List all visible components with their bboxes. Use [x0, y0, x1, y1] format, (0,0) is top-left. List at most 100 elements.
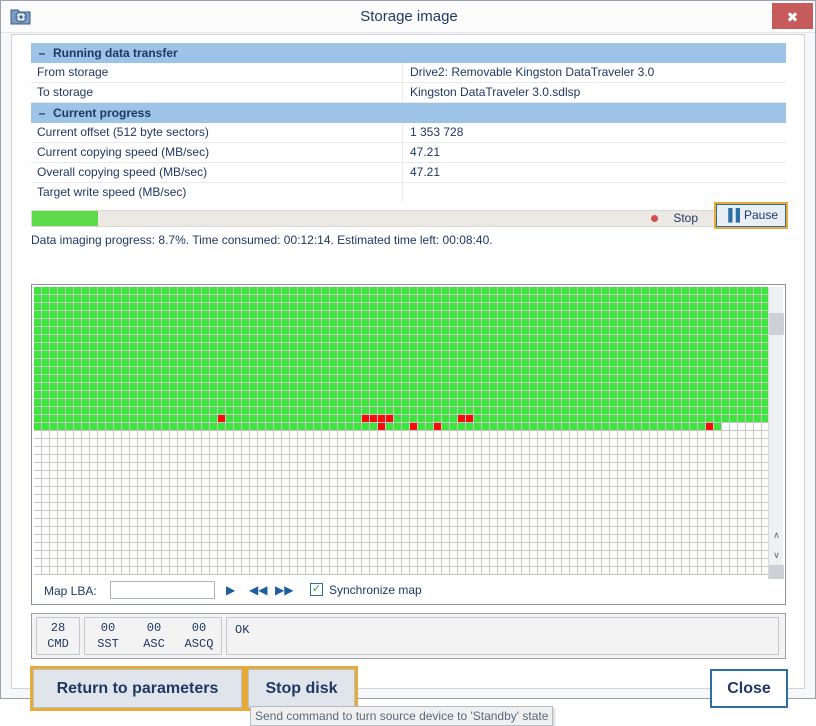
- map-cell: [666, 351, 674, 359]
- map-cell: [250, 567, 258, 575]
- map-cell: [330, 487, 338, 495]
- map-cell: [578, 319, 586, 327]
- map-vertical-scrollbar[interactable]: ∧ ∨: [768, 287, 784, 579]
- map-cell: [322, 447, 330, 455]
- map-cell: [274, 551, 282, 559]
- map-cell: [410, 367, 418, 375]
- map-cell: [98, 335, 106, 343]
- map-goto-icon[interactable]: ▶: [226, 582, 235, 598]
- map-cell: [170, 399, 178, 407]
- map-cell: [306, 543, 314, 551]
- map-cell: [194, 455, 202, 463]
- map-cell: [618, 359, 626, 367]
- map-prev-icon[interactable]: ◀◀: [249, 582, 267, 598]
- map-cell: [514, 455, 522, 463]
- sector-map-grid[interactable]: [34, 287, 769, 579]
- map-cell: [530, 559, 538, 567]
- map-cell: [194, 327, 202, 335]
- map-cell: [378, 559, 386, 567]
- map-cell: [282, 543, 290, 551]
- map-cell: [266, 447, 274, 455]
- map-cell: [378, 495, 386, 503]
- map-cell: [554, 383, 562, 391]
- map-cell: [58, 511, 66, 519]
- group-header-current-progress[interactable]: – Current progress: [31, 103, 786, 123]
- map-cell: [66, 423, 74, 431]
- map-cell: [682, 543, 690, 551]
- map-cell: [322, 343, 330, 351]
- synchronize-map-checkbox[interactable]: ✓: [310, 583, 323, 596]
- map-cell: [42, 439, 50, 447]
- map-cell: [114, 503, 122, 511]
- map-cell: [362, 455, 370, 463]
- map-cell: [290, 415, 298, 423]
- return-to-parameters-button[interactable]: Return to parameters: [30, 666, 245, 711]
- map-cell: [658, 527, 666, 535]
- map-cell: [346, 327, 354, 335]
- stop-disk-button[interactable]: Stop disk: [245, 666, 358, 711]
- close-icon[interactable]: ✖: [772, 3, 813, 29]
- map-cell: [650, 335, 658, 343]
- map-cell: [50, 527, 58, 535]
- map-cell: [682, 351, 690, 359]
- map-cell: [282, 367, 290, 375]
- map-cell: [274, 519, 282, 527]
- map-row: [34, 567, 769, 575]
- map-cell: [274, 351, 282, 359]
- map-cell: [578, 335, 586, 343]
- map-cell: [330, 447, 338, 455]
- map-cell: [706, 287, 714, 295]
- map-cell: [138, 487, 146, 495]
- map-cell: [346, 391, 354, 399]
- map-cell: [634, 479, 642, 487]
- map-cell: [722, 527, 730, 535]
- map-cell: [722, 487, 730, 495]
- collapse-icon[interactable]: –: [31, 103, 53, 123]
- chevron-down-icon[interactable]: ∨: [769, 547, 784, 563]
- map-cell: [170, 535, 178, 543]
- map-cell: [738, 431, 746, 439]
- collapse-icon[interactable]: –: [31, 43, 53, 63]
- map-cell: [218, 519, 226, 527]
- map-cell: [314, 383, 322, 391]
- map-cell: [634, 519, 642, 527]
- map-cell: [618, 407, 626, 415]
- map-cell: [458, 567, 466, 575]
- chevron-up-icon[interactable]: ∧: [769, 527, 784, 543]
- map-cell: [474, 415, 482, 423]
- map-cell: [370, 311, 378, 319]
- map-lba-input[interactable]: [110, 581, 215, 599]
- map-cell: [418, 567, 426, 575]
- stop-button[interactable]: Stop: [673, 210, 698, 227]
- map-cell: [234, 535, 242, 543]
- map-cell: [186, 551, 194, 559]
- map-cell: [154, 415, 162, 423]
- map-cell: [474, 535, 482, 543]
- map-cell: [714, 527, 722, 535]
- map-cell: [578, 351, 586, 359]
- map-cell: [74, 447, 82, 455]
- map-cell: [242, 511, 250, 519]
- map-cell: [34, 415, 42, 423]
- map-cell: [410, 447, 418, 455]
- map-cell: [426, 303, 434, 311]
- map-cell: [626, 303, 634, 311]
- map-cell: [114, 415, 122, 423]
- map-next-icon[interactable]: ▶▶: [275, 582, 293, 598]
- map-cell: [402, 343, 410, 351]
- map-cell: [170, 359, 178, 367]
- map-cell: [546, 479, 554, 487]
- group-header-running-data-transfer[interactable]: – Running data transfer: [31, 43, 786, 63]
- map-cell: [66, 311, 74, 319]
- map-cell: [418, 407, 426, 415]
- scrollbar-thumb[interactable]: [769, 313, 784, 335]
- map-cell: [330, 431, 338, 439]
- map-cell: [530, 519, 538, 527]
- map-cell: [514, 375, 522, 383]
- map-cell: [170, 367, 178, 375]
- synchronize-map-label[interactable]: Synchronize map: [329, 583, 422, 597]
- close-button[interactable]: Close: [710, 669, 788, 708]
- map-cell: [658, 567, 666, 575]
- pause-button[interactable]: ▐▐ Pause: [714, 202, 788, 229]
- map-cell: [634, 319, 642, 327]
